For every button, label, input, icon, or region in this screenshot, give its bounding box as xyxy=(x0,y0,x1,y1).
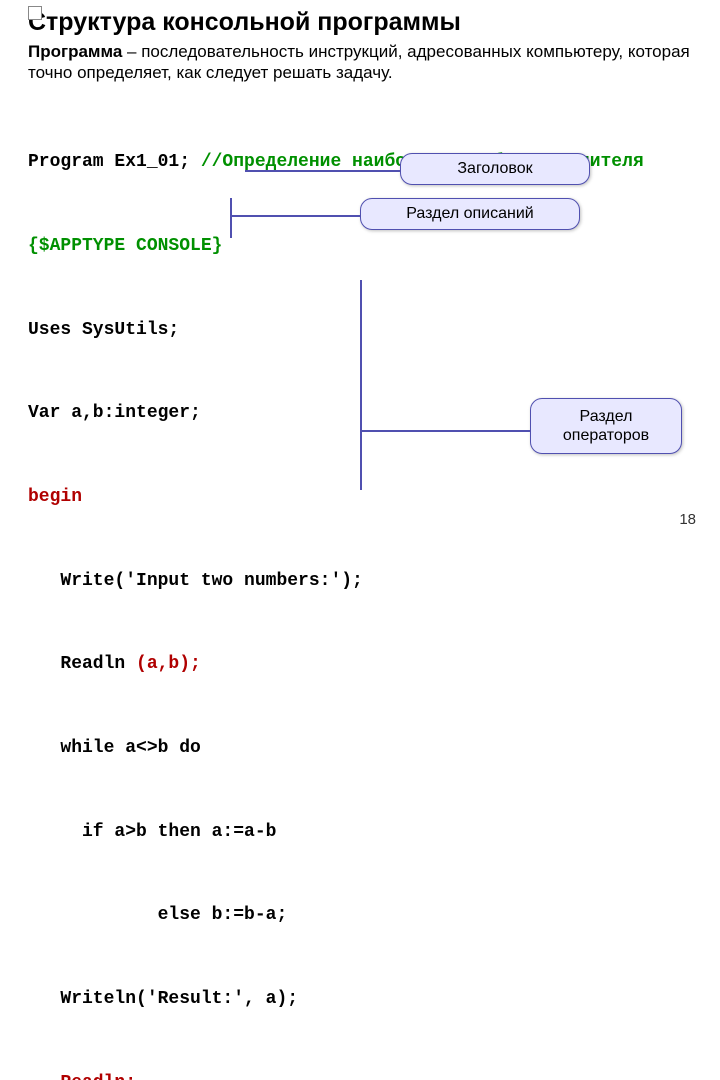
page-number: 18 xyxy=(679,511,696,528)
connector-3a xyxy=(360,430,530,432)
slide-title: Структура консольной программы xyxy=(28,8,700,37)
code-line-6: Write('Input two numbers:'); xyxy=(28,568,700,596)
code-block: Program Ex1_01; //Определение наибольшег… xyxy=(28,94,700,1080)
connector-3b xyxy=(360,280,362,490)
code-line-8: while a<>b do xyxy=(28,735,700,763)
slide-content: Структура консольной программы Программа… xyxy=(0,0,720,1080)
connector-1 xyxy=(245,170,400,172)
code-line-1: Program Ex1_01; //Определение наибольшег… xyxy=(28,149,700,177)
code-line-7: Readln (a,b); xyxy=(28,651,700,679)
code-line-12: Readln; xyxy=(28,1070,700,1080)
code-line-10: else b:=b-a; xyxy=(28,902,700,930)
code-line-11: Writeln('Result:', a); xyxy=(28,986,700,1014)
callout-header: Заголовок xyxy=(400,153,590,185)
callout-operators: Раздел операторов xyxy=(530,398,682,454)
code-line-2: {$APPTYPE CONSOLE} xyxy=(28,233,700,261)
slide-subtitle: Программа – последовательность инструкци… xyxy=(28,41,700,84)
code-line-9: if a>b then a:=a-b xyxy=(28,819,700,847)
subtitle-lead: Программа xyxy=(28,42,122,61)
callout-declarations: Раздел описаний xyxy=(360,198,580,230)
subtitle-rest: – последовательность инструкций, адресов… xyxy=(28,42,690,82)
connector-2b xyxy=(230,198,232,238)
corner-marker xyxy=(28,6,42,20)
code-line-3: Uses SysUtils; xyxy=(28,317,700,345)
code-line-5: begin xyxy=(28,484,700,512)
connector-2a xyxy=(230,215,360,217)
